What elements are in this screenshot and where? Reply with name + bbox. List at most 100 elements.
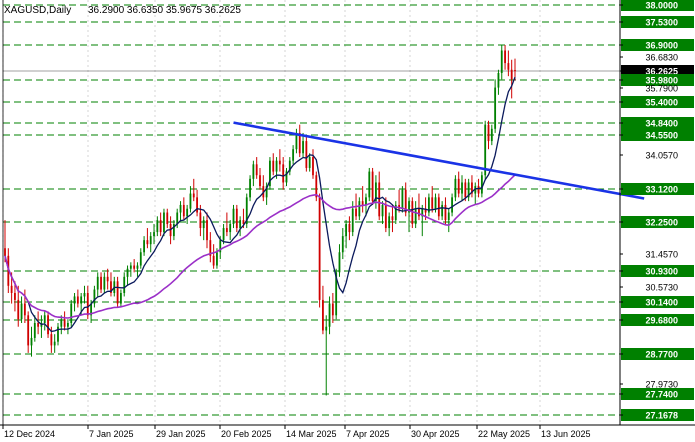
candle-body (133, 265, 136, 269)
candle-body (484, 124, 487, 176)
price-tick-label: 38.0000 (645, 1, 678, 11)
price-tick-label: 36.9000 (645, 41, 678, 51)
time-tick-label: 30 Apr 2025 (411, 429, 460, 439)
candle-body (222, 228, 225, 241)
candle-body (282, 164, 285, 183)
candle-body (348, 224, 351, 233)
chart-canvas[interactable]: 38.000037.530036.900036.683036.262535.98… (0, 0, 695, 442)
candle-body (232, 208, 235, 225)
candle-body (17, 299, 20, 320)
candle-body (345, 224, 348, 237)
price-tick-label: 34.0570 (645, 151, 678, 161)
candle-body (355, 208, 357, 217)
candle-body (272, 160, 275, 172)
candle-body (358, 201, 361, 217)
candle-body (308, 157, 311, 168)
candle-body (341, 236, 344, 253)
candle-body (166, 212, 169, 225)
candle-body (451, 197, 453, 213)
candle-body (186, 208, 189, 217)
candle-body (83, 292, 86, 297)
price-tick-label: 30.1400 (645, 298, 678, 308)
candle-body (437, 197, 440, 217)
candle-body (331, 303, 334, 316)
candle-body (381, 204, 384, 217)
candle-body (156, 220, 159, 233)
candle-body (136, 265, 139, 269)
candle-body (96, 276, 99, 290)
candle-body (368, 171, 371, 198)
candle-body (146, 240, 149, 245)
ohlc-readout: 36.2900 36.6350 35.9675 36.2625 (88, 5, 241, 16)
candle-body (252, 164, 255, 179)
candle-body (47, 315, 49, 335)
candle-body (328, 303, 331, 327)
candle-body (212, 255, 215, 266)
candle-body (37, 322, 40, 327)
candle-body (414, 208, 417, 225)
candle-body (255, 164, 258, 176)
candle-body (434, 197, 437, 209)
candle-body (447, 212, 450, 221)
candle-body (477, 186, 480, 194)
candle-body (480, 175, 483, 194)
candle-body (384, 204, 387, 229)
price-tick-label: 35.7900 (645, 84, 678, 94)
time-tick-label: 7 Apr 2025 (346, 429, 390, 439)
candle-body (239, 220, 242, 229)
candle-body (206, 220, 208, 241)
candle-body (461, 182, 463, 194)
candle-body (216, 252, 218, 266)
candle-body (441, 204, 444, 217)
candle-body (514, 70, 516, 72)
time-tick-label: 29 Jan 2025 (156, 429, 206, 439)
candle-body (454, 178, 457, 198)
candle-body (504, 50, 506, 64)
candle-body (60, 319, 63, 327)
candle-body (159, 220, 162, 233)
candle-body (292, 149, 295, 161)
candle-body (116, 281, 119, 304)
candle-body (305, 141, 308, 168)
candle-body (249, 178, 251, 198)
candle-body (391, 216, 394, 221)
candle-body (179, 204, 182, 213)
trading-chart[interactable]: 38.0000 37.5300 36.9000 36.6830 36.2625 35.98… (0, 0, 695, 442)
candle-body (202, 220, 205, 229)
time-tick-label: 12 Dec 2024 (4, 429, 55, 439)
symbol-label: XAGUSD,Daily (4, 5, 71, 16)
price-tick-label: 35.4000 (645, 98, 678, 108)
candle-body (176, 212, 179, 225)
candle-body (325, 326, 328, 331)
candle-body (444, 204, 447, 221)
candle-body (86, 292, 89, 316)
candle-body (235, 208, 238, 229)
candle-body (27, 315, 30, 346)
price-tick-label: 29.6800 (645, 316, 678, 326)
price-tick-label: 30.9300 (645, 267, 678, 277)
time-tick-label: 14 Mar 2025 (286, 429, 337, 439)
candle-body (457, 178, 460, 194)
candle-body (388, 216, 391, 229)
candle-body (199, 212, 202, 229)
candle-body (401, 189, 404, 209)
candle-body (100, 276, 102, 290)
time-tick-label: 22 May 2025 (478, 429, 530, 439)
price-tick-label: 31.4570 (645, 250, 678, 260)
candle-body (126, 268, 129, 277)
candle-body (10, 285, 13, 293)
candle-body (361, 201, 364, 205)
candle-body (351, 208, 354, 233)
candle-body (196, 197, 198, 213)
price-tick-label: 33.1200 (645, 185, 678, 195)
candle-body (431, 197, 434, 209)
candle-body (338, 252, 341, 273)
candle-body (302, 141, 304, 154)
candle-body (149, 236, 152, 245)
candle-body (63, 319, 66, 327)
candle-body (275, 160, 278, 172)
candle-body (33, 322, 36, 338)
candle-body (30, 337, 33, 346)
candle-body (278, 160, 281, 165)
candle-body (80, 296, 83, 304)
